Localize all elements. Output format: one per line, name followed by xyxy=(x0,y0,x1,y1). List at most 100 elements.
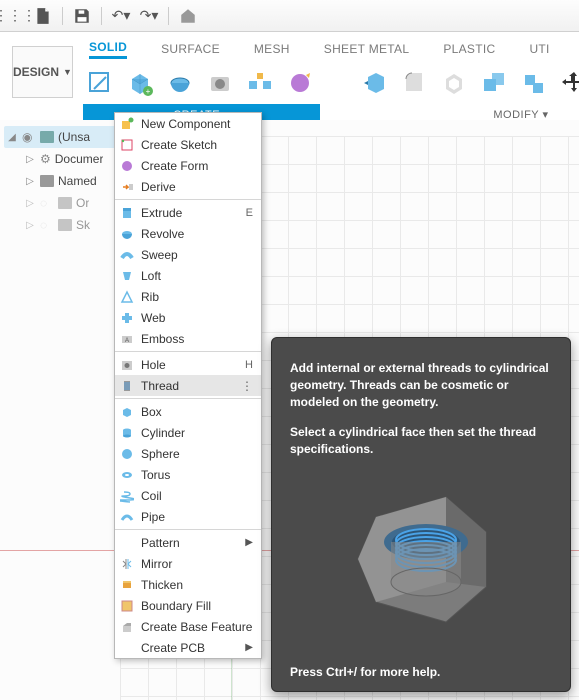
root-label: (Unsa xyxy=(58,130,90,144)
menu-item-loft[interactable]: Loft xyxy=(115,265,261,286)
menu-item-label: Torus xyxy=(141,468,170,482)
assemble-tool-icon[interactable] xyxy=(243,66,277,100)
combine-tool-icon[interactable] xyxy=(477,66,511,100)
sketch-tool-icon[interactable] xyxy=(83,66,117,100)
menu-item-label: Emboss xyxy=(141,332,184,346)
tab-plastic[interactable]: PLASTIC xyxy=(443,42,495,56)
menu-item-label: Hole xyxy=(141,358,166,372)
sweep-icon xyxy=(119,247,135,263)
revolve-tool-icon[interactable] xyxy=(163,66,197,100)
menu-item-coil[interactable]: Coil xyxy=(115,485,261,506)
shell-tool-icon[interactable] xyxy=(437,66,471,100)
menu-item-sweep[interactable]: Sweep xyxy=(115,244,261,265)
redo-icon[interactable]: ↷▾ xyxy=(140,7,158,25)
tree-label: Sk xyxy=(76,218,90,232)
new-file-icon[interactable] xyxy=(34,7,52,25)
form-icon xyxy=(119,158,135,174)
tab-sheetmetal[interactable]: SHEET METAL xyxy=(324,42,410,56)
save-icon[interactable] xyxy=(73,7,91,25)
svg-text:+: + xyxy=(146,87,151,96)
tree-item[interactable]: ▷ Named xyxy=(4,170,130,192)
more-options-icon[interactable]: ⋮ xyxy=(241,379,253,393)
home-icon[interactable] xyxy=(179,7,197,25)
derive-icon xyxy=(119,179,135,195)
workspace-switcher[interactable]: DESIGN▼ xyxy=(12,46,73,98)
menu-item-rib[interactable]: Rib xyxy=(115,286,261,307)
menu-item-label: Pattern xyxy=(141,536,180,550)
box-tool-icon[interactable]: + xyxy=(123,66,157,100)
extrude-icon xyxy=(119,205,135,221)
menu-item-extrude[interactable]: ExtrudeE xyxy=(115,202,261,223)
menu-item-label: Thread xyxy=(141,379,179,393)
tree-item[interactable]: ▷ ◌ Or xyxy=(4,192,130,214)
tab-utilities[interactable]: UTI xyxy=(529,42,549,56)
tree-expand-icon[interactable]: ▷ xyxy=(24,153,36,165)
pressdrag-tool-icon[interactable] xyxy=(357,66,391,100)
menu-item-label: Loft xyxy=(141,269,161,283)
box-icon xyxy=(119,404,135,420)
shortcut-label: H xyxy=(245,359,253,371)
menu-item-pattern[interactable]: Pattern ▶ xyxy=(115,532,261,553)
menu-item-derive[interactable]: Derive xyxy=(115,176,261,197)
shortcut-label: E xyxy=(246,207,253,219)
menu-item-cylinder[interactable]: Cylinder xyxy=(115,422,261,443)
menu-item-revolve[interactable]: Revolve xyxy=(115,223,261,244)
thread-icon xyxy=(119,378,135,394)
fillet-tool-icon[interactable] xyxy=(397,66,431,100)
menu-item-emboss[interactable]: AEmboss xyxy=(115,328,261,349)
tab-solid[interactable]: SOLID xyxy=(89,40,127,59)
undo-icon[interactable]: ↶▾ xyxy=(112,7,130,25)
menu-item-label: Coil xyxy=(141,489,162,503)
sphere-icon xyxy=(119,446,135,462)
gear-icon: ⚙ xyxy=(40,152,51,166)
tab-mesh[interactable]: MESH xyxy=(254,42,290,56)
cylinder-icon xyxy=(119,425,135,441)
hole-tool-icon[interactable] xyxy=(203,66,237,100)
tree-expand-icon[interactable]: ▷ xyxy=(24,175,36,187)
tree-root[interactable]: ◢ ◉ (Unsa xyxy=(4,126,130,148)
align-tool-icon[interactable] xyxy=(517,66,551,100)
tree-expand-icon[interactable]: ▷ xyxy=(24,197,36,209)
menu-item-create-sketch[interactable]: Create Sketch xyxy=(115,134,261,155)
browser-tree: ◢ ◉ (Unsa ▷ ⚙ Documer ▷ Named ▷ ◌ Or ▷ ◌… xyxy=(0,120,130,236)
menu-item-thicken[interactable]: Thicken xyxy=(115,574,261,595)
submenu-arrow-icon: ▶ xyxy=(245,537,253,548)
tab-surface[interactable]: SURFACE xyxy=(161,42,220,56)
menu-item-hole[interactable]: Hole H xyxy=(115,354,261,375)
menu-item-new-component[interactable]: New Component xyxy=(115,113,261,134)
menu-item-box[interactable]: Box xyxy=(115,401,261,422)
blank-icon xyxy=(119,640,135,656)
tree-item[interactable]: ▷ ⚙ Documer xyxy=(4,148,130,170)
menu-item-create-pcb[interactable]: Create PCB▶ xyxy=(115,637,261,658)
tooltip-footer: Press Ctrl+/ for more help. xyxy=(290,665,440,679)
menu-item-pipe[interactable]: Pipe xyxy=(115,506,261,527)
menu-item-thread[interactable]: Thread ⋮ xyxy=(115,375,261,396)
menu-item-mirror[interactable]: Mirror xyxy=(115,553,261,574)
tooltip-text-1: Add internal or external threads to cyli… xyxy=(290,360,552,410)
visibility-off-icon[interactable]: ◌ xyxy=(40,196,54,210)
folder-icon xyxy=(58,197,72,209)
menu-item-create-base-feature[interactable]: Create Base Feature xyxy=(115,616,261,637)
visibility-off-icon[interactable]: ◌ xyxy=(40,218,54,232)
menu-item-boundary-fill[interactable]: Boundary Fill xyxy=(115,595,261,616)
menu-item-label: Mirror xyxy=(141,557,172,571)
menu-item-label: Boundary Fill xyxy=(141,599,211,613)
ribbon-tabs: SOLID SURFACE MESH SHEET METAL PLASTIC U… xyxy=(83,38,579,60)
torus-icon xyxy=(119,467,135,483)
menu-item-create-form[interactable]: Create Form xyxy=(115,155,261,176)
tree-expand-icon[interactable]: ◢ xyxy=(6,131,18,143)
tree-label: Named xyxy=(58,174,97,188)
form-tool-icon[interactable] xyxy=(283,66,317,100)
web-icon xyxy=(119,310,135,326)
revolve-icon xyxy=(119,226,135,242)
menu-item-web[interactable]: Web xyxy=(115,307,261,328)
menu-item-torus[interactable]: Torus xyxy=(115,464,261,485)
visibility-icon[interactable]: ◉ xyxy=(22,130,36,144)
tree-item[interactable]: ▷ ◌ Sk xyxy=(4,214,130,236)
apps-grid-icon[interactable]: ⋮⋮⋮ xyxy=(6,7,24,25)
tree-expand-icon[interactable]: ▷ xyxy=(24,219,36,231)
hole-icon xyxy=(119,357,135,373)
tooltip-text-2: Select a cylindrical face then set the t… xyxy=(290,424,552,458)
menu-item-sphere[interactable]: Sphere xyxy=(115,443,261,464)
move-tool-icon[interactable] xyxy=(557,66,579,100)
